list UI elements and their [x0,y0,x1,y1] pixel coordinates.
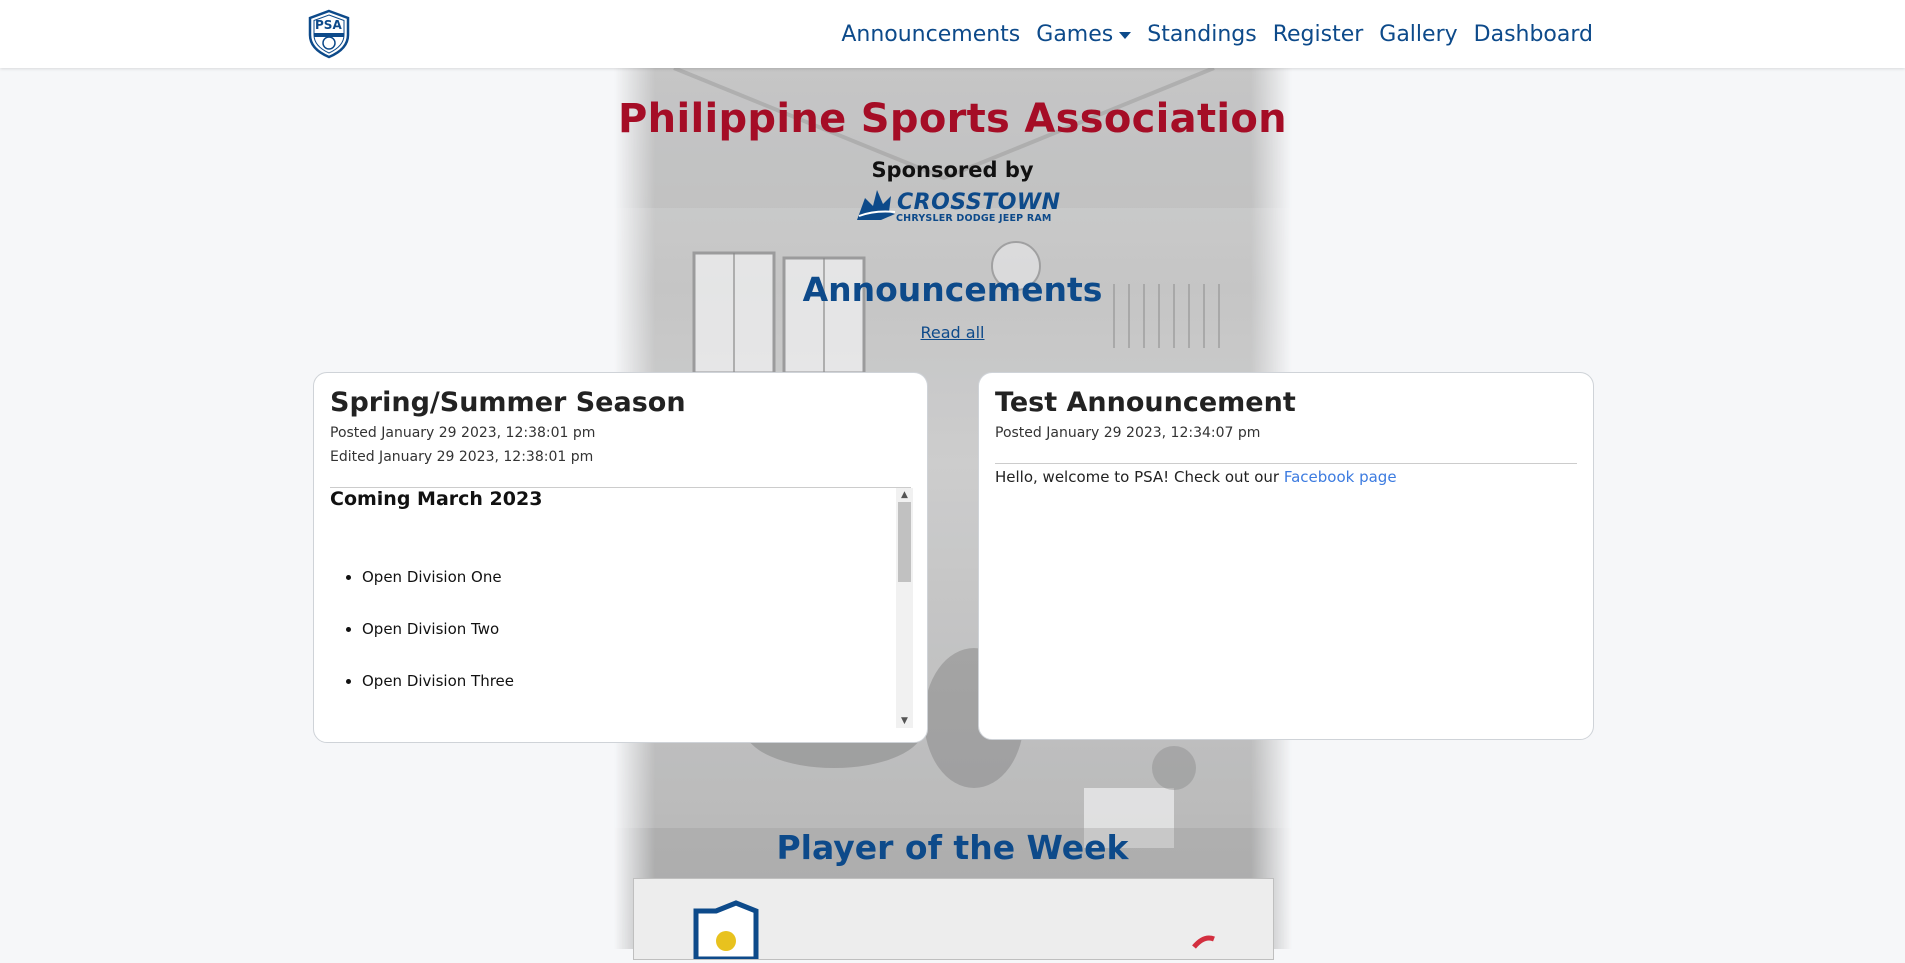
body-heading: Coming March 2023 [330,488,543,510]
card-divider [995,463,1577,464]
nav-link-dashboard[interactable]: Dashboard [1474,22,1593,47]
edited-date: Edited January 29 2023, 12:38:01 pm [330,449,594,465]
psa-logo-icon[interactable]: PSA [306,9,352,59]
player-of-week-image [633,878,1274,962]
sponsor-name: CROSSTOWN [897,190,1061,215]
announcement-card: Test Announcement Posted January 29 2023… [978,372,1594,740]
scroll-up-icon[interactable]: ▲ [896,488,913,502]
scroll-down-icon[interactable]: ▼ [896,714,913,728]
psa-badge-icon [693,900,1215,962]
list-item: Open Division One [362,568,893,586]
announcement-card: Spring/Summer Season Posted January 29 2… [313,372,928,743]
facebook-link[interactable]: Facebook page [1284,468,1397,486]
scroll-thumb[interactable] [898,502,911,582]
navbar: PSA Announcements Games Standings Regist… [0,0,1905,68]
announcement-text: Hello, welcome to PSA! Check out our [995,468,1284,486]
nav-link-register[interactable]: Register [1273,22,1364,47]
announcement-title: Spring/Summer Season [330,387,686,418]
announcements-heading: Announcements [802,270,1103,309]
list-item: Open Division Two [362,620,893,638]
nav-links: Announcements Games Standings Register G… [841,0,1593,68]
site-title: Philippine Sports Association [618,96,1287,142]
posted-date: Posted January 29 2023, 12:38:01 pm [330,425,596,441]
sponsored-by-label: Sponsored by [871,158,1034,182]
sponsor-tagline: CHRYSLER DODGE JEEP RAM [896,213,1052,224]
posted-date: Posted January 29 2023, 12:34:07 pm [995,425,1261,441]
division-list: Open Division One Open Division Two Open… [330,568,893,690]
read-all-link[interactable]: Read all [0,323,1905,342]
chevron-down-icon [1119,31,1132,39]
nav-link-announcements[interactable]: Announcements [841,22,1020,47]
announcement-body: Hello, welcome to PSA! Check out our Fac… [995,467,1577,486]
logo-text: PSA [315,18,342,32]
announcement-title: Test Announcement [995,387,1296,418]
list-item: Open Division Three [362,672,893,690]
nav-dropdown-games[interactable]: Games [1036,22,1132,47]
nav-link-gallery[interactable]: Gallery [1379,22,1457,47]
nav-link-standings[interactable]: Standings [1147,22,1256,47]
player-of-week-heading: Player of the Week [776,828,1129,867]
announcement-body[interactable]: Coming March 2023 Open Division One Open… [330,488,893,728]
scrollbar[interactable]: ▲ ▼ [896,488,913,728]
